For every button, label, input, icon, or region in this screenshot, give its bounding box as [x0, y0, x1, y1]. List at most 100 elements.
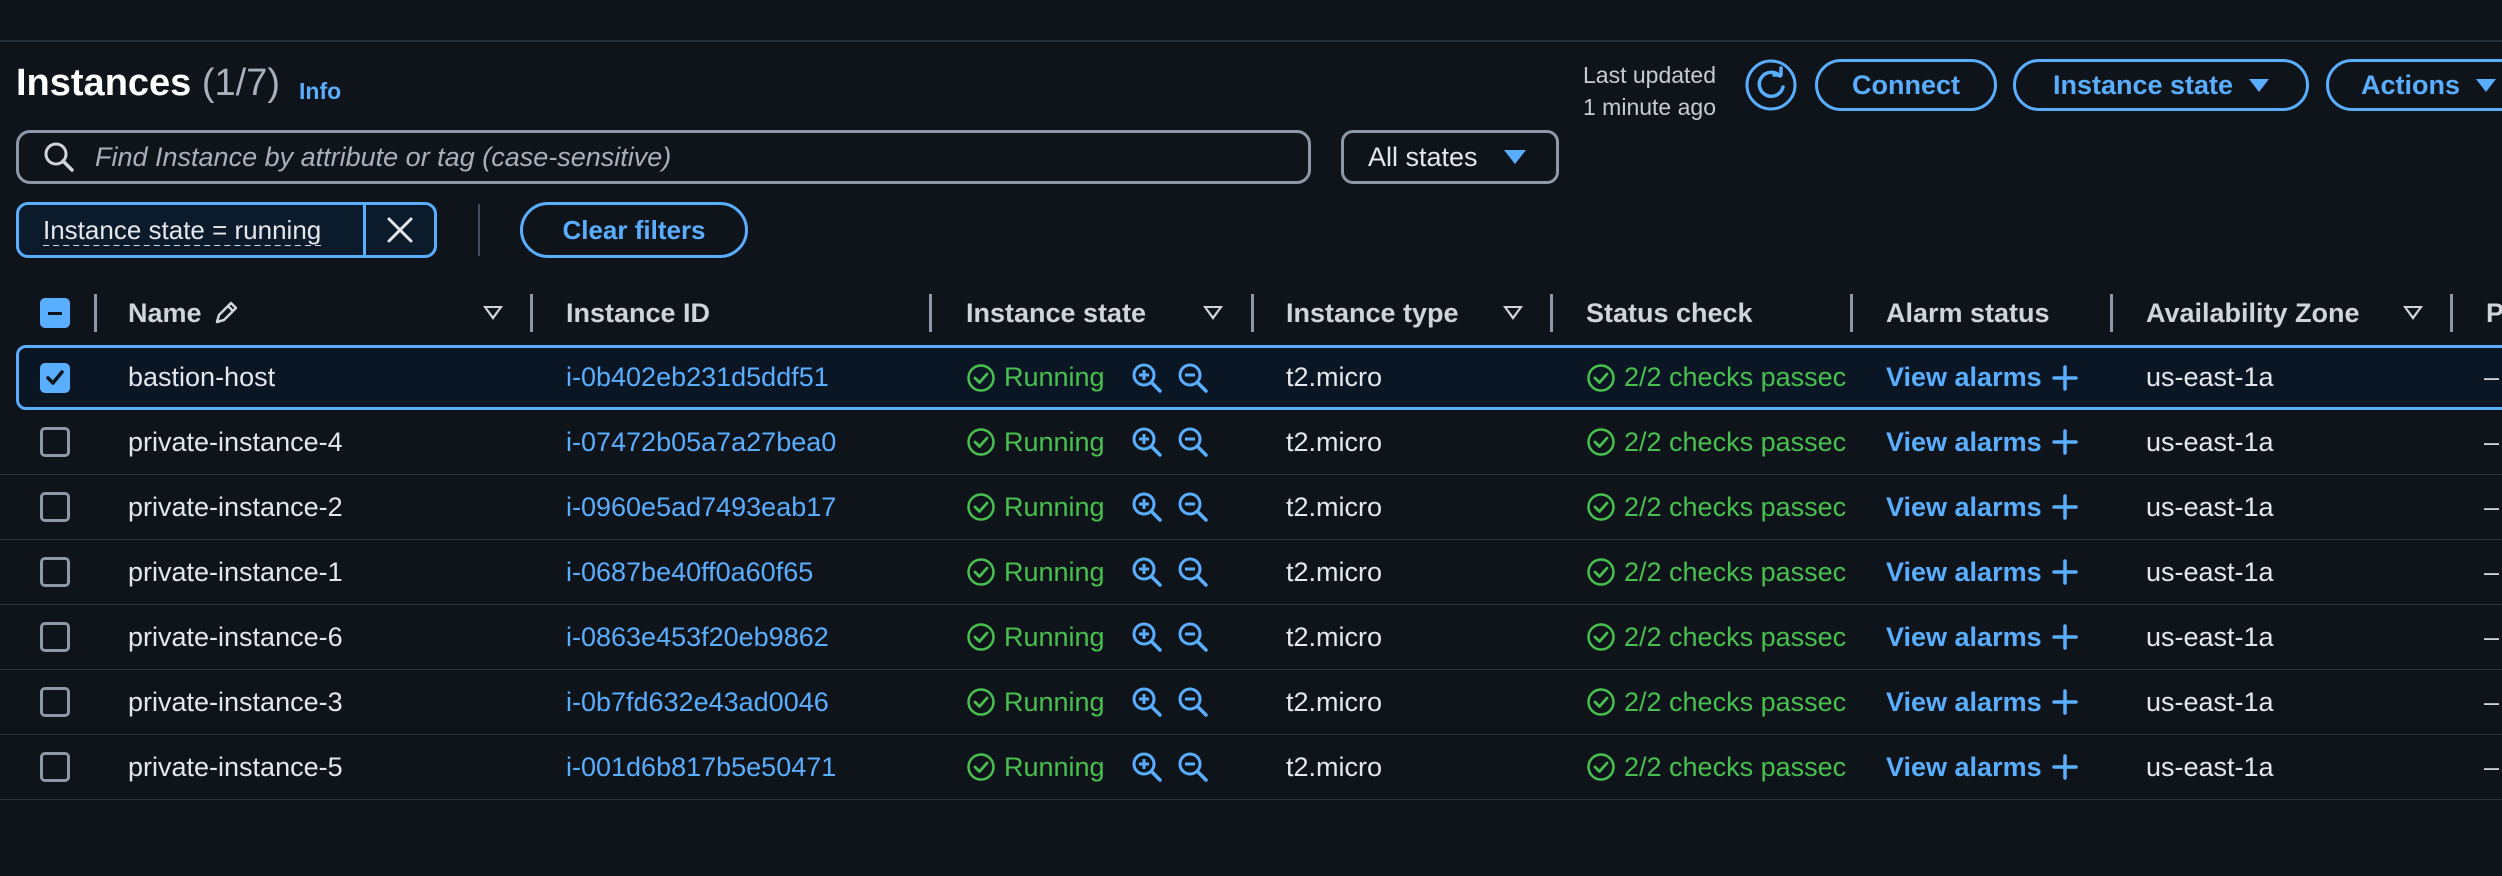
column-divider[interactable] [94, 294, 97, 332]
instance-id-link[interactable]: i-07472b05a7a27bea0 [566, 410, 836, 474]
row-checkbox[interactable] [40, 540, 70, 604]
zoom-in-icon[interactable] [1130, 361, 1164, 395]
plus-icon[interactable] [2051, 754, 2078, 780]
zoom-out-icon[interactable] [1176, 425, 1210, 459]
view-alarms-link[interactable]: View alarms [1886, 492, 2042, 523]
sort-icon[interactable] [2403, 306, 2423, 320]
checkbox-icon [40, 362, 70, 393]
plus-icon[interactable] [2051, 559, 2078, 585]
view-alarms-link[interactable]: View alarms [1886, 687, 2042, 718]
zoom-out-icon[interactable] [1176, 685, 1210, 719]
column-header-name[interactable]: Name [128, 280, 240, 346]
column-divider[interactable] [1550, 294, 1553, 332]
row-checkbox[interactable] [40, 605, 70, 669]
instance-id-link[interactable]: i-001d6b817b5e50471 [566, 735, 836, 799]
zoom-in-icon[interactable] [1130, 620, 1164, 654]
column-divider[interactable] [2450, 294, 2453, 332]
table-row[interactable]: private-instance-6 i-0863e453f20eb9862 R… [0, 605, 2502, 670]
availability-zone: us-east-1a [2146, 426, 2274, 457]
zoom-out-icon[interactable] [1176, 490, 1210, 524]
select-all-checkbox[interactable] [40, 280, 70, 346]
alarm-status-cell: View alarms [1886, 348, 2078, 407]
column-divider[interactable] [2110, 294, 2113, 332]
plus-icon[interactable] [2051, 494, 2078, 520]
plus-icon[interactable] [2051, 364, 2078, 391]
column-header-alarm-status[interactable]: Alarm status [1886, 280, 2050, 346]
instance-state-zoom-controls [1130, 348, 1210, 407]
zoom-out-icon[interactable] [1176, 750, 1210, 784]
plus-icon[interactable] [2051, 624, 2078, 650]
view-alarms-link[interactable]: View alarms [1886, 362, 2042, 393]
instance-name: private-instance-5 [128, 751, 343, 782]
zoom-out-icon[interactable] [1176, 555, 1210, 589]
instance-type: t2.micro [1286, 751, 1383, 782]
view-alarms-link[interactable]: View alarms [1886, 752, 2042, 783]
connect-button[interactable]: Connect [1815, 59, 1997, 111]
instance-id-link[interactable]: i-0b402eb231d5ddf51 [566, 348, 829, 407]
row-checkbox[interactable] [40, 348, 70, 407]
column-divider[interactable] [1850, 294, 1853, 332]
column-header-instance-id[interactable]: Instance ID [566, 280, 710, 346]
column-header-instance-state[interactable]: Instance state [966, 280, 1146, 346]
instance-state-zoom-controls [1130, 735, 1210, 799]
column-header-availability-zone[interactable]: Availability Zone [2146, 280, 2360, 346]
availability-zone: us-east-1a [2146, 556, 2274, 587]
zoom-out-icon[interactable] [1176, 361, 1210, 395]
instance-id-link[interactable]: i-0b7fd632e43ad0046 [566, 670, 829, 734]
table-row[interactable]: private-instance-5 i-001d6b817b5e50471 R… [0, 735, 2502, 800]
view-alarms-link[interactable]: View alarms [1886, 427, 2042, 458]
column-divider[interactable] [929, 294, 932, 332]
state-filter-select[interactable]: All states [1341, 130, 1559, 184]
sort-icon[interactable] [1503, 306, 1523, 320]
table-row[interactable]: bastion-host i-0b402eb231d5ddf51 Running… [16, 345, 2502, 410]
view-alarms-link[interactable]: View alarms [1886, 622, 2042, 653]
row-checkbox[interactable] [40, 735, 70, 799]
actions-button[interactable]: Actions [2326, 59, 2502, 111]
column-header-public-partial[interactable]: P [2486, 280, 2502, 346]
table-row[interactable]: private-instance-1 i-0687be40ff0a60f65 R… [0, 540, 2502, 605]
instance-state-button[interactable]: Instance state [2013, 59, 2309, 111]
clear-filters-button[interactable]: Clear filters [520, 202, 748, 258]
instance-name: private-instance-1 [128, 556, 343, 587]
sort-icon[interactable] [1203, 306, 1223, 320]
public-ip-cell: – [2484, 751, 2500, 782]
table-row[interactable]: private-instance-4 i-07472b05a7a27bea0 R… [0, 410, 2502, 475]
search-input[interactable] [93, 140, 1277, 174]
check-circle-icon [967, 558, 995, 586]
alarm-status-cell: View alarms [1886, 475, 2078, 539]
instance-id-link[interactable]: i-0863e453f20eb9862 [566, 605, 829, 669]
info-link[interactable]: Info [299, 78, 341, 105]
row-checkbox[interactable] [40, 410, 70, 474]
alarm-status-cell: View alarms [1886, 540, 2078, 604]
plus-icon[interactable] [2051, 689, 2078, 715]
status-check-text: 2/2 checks passec [1624, 751, 1847, 782]
column-header-status-check[interactable]: Status check [1586, 280, 1753, 346]
zoom-out-icon[interactable] [1176, 620, 1210, 654]
caret-down-icon [2476, 78, 2497, 92]
column-divider[interactable] [530, 294, 533, 332]
column-header-instance-type[interactable]: Instance type [1286, 280, 1459, 346]
row-checkbox[interactable] [40, 475, 70, 539]
column-divider[interactable] [1251, 294, 1254, 332]
zoom-in-icon[interactable] [1130, 750, 1164, 784]
table-row[interactable]: private-instance-3 i-0b7fd632e43ad0046 R… [0, 670, 2502, 735]
sort-icon[interactable] [483, 306, 503, 320]
instance-id-link[interactable]: i-0960e5ad7493eab17 [566, 475, 836, 539]
row-checkbox[interactable] [40, 670, 70, 734]
close-icon [387, 217, 413, 243]
refresh-button[interactable] [1744, 58, 1798, 112]
plus-icon[interactable] [2051, 429, 2078, 455]
instance-id-link[interactable]: i-0687be40ff0a60f65 [566, 540, 813, 604]
search-box[interactable] [16, 130, 1311, 184]
filter-token-label[interactable]: Instance state = running [19, 214, 363, 246]
instance-name: private-instance-6 [128, 621, 343, 652]
table-row[interactable]: private-instance-2 i-0960e5ad7493eab17 R… [0, 475, 2502, 540]
selection-count: (1/7) [201, 62, 281, 104]
zoom-in-icon[interactable] [1130, 555, 1164, 589]
zoom-in-icon[interactable] [1130, 425, 1164, 459]
status-check-cell: 2/2 checks passec [1586, 735, 1856, 799]
zoom-in-icon[interactable] [1130, 685, 1164, 719]
view-alarms-link[interactable]: View alarms [1886, 557, 2042, 588]
remove-filter-button[interactable] [366, 205, 434, 255]
zoom-in-icon[interactable] [1130, 490, 1164, 524]
